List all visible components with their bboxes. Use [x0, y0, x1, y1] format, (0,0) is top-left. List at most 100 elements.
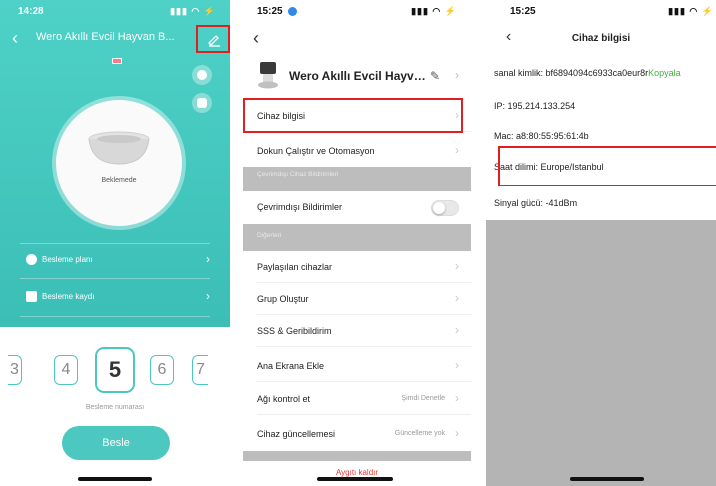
ip-value: 195.214.133.254: [507, 101, 576, 111]
home-indicator: [570, 477, 644, 481]
signal-value: -41dBm: [545, 198, 578, 208]
divider: [257, 381, 471, 382]
highlight-box: [498, 146, 716, 187]
check-network-label: Ağı kontrol et: [257, 394, 311, 404]
device-settings-screen: 15:25 ▮▮▮ ◠ ⚡ ‹ Wero Akıllı Evcil Hayvan…: [243, 0, 471, 486]
chevron-right-icon: ›: [455, 391, 459, 405]
divider: [20, 316, 210, 317]
chevron-right-icon: ›: [455, 358, 459, 372]
device-update-value: Güncelleme yok: [394, 430, 445, 437]
battery-indicator-icon: [112, 58, 122, 64]
location-icon: [288, 7, 297, 16]
mac-value: a8:80:55:95:61:4b: [516, 131, 589, 141]
device-update-label: Cihaz güncellemesi: [257, 429, 336, 439]
feeding-log-label: Besleme kaydı: [42, 292, 95, 301]
feeder-header-area: 14:28 ▮▮▮ ◠ ⚡ ‹ Wero Akıllı Evcil Hayvan…: [0, 0, 230, 327]
shared-devices-label: Paylaşılan cihazlar: [257, 262, 333, 272]
device-title: Wero Akıllı Evcil Hayvan B...: [36, 31, 175, 43]
chevron-right-icon: ›: [206, 289, 210, 303]
feeding-plan-row[interactable]: Besleme planı ›: [20, 252, 210, 268]
feeder-device-icon: [258, 62, 278, 89]
status-time: 15:25: [257, 6, 283, 17]
chevron-right-icon: ›: [455, 259, 459, 273]
divider: [257, 414, 471, 415]
device-info-screen: 15:25 ▮▮▮ ◠ ⚡ ‹ Cihaz bilgisi sanal kiml…: [486, 0, 716, 486]
divider: [257, 346, 471, 347]
offline-notification-toggle[interactable]: [431, 200, 459, 216]
status-bar: 15:25 ▮▮▮ ◠ ⚡: [243, 0, 471, 22]
virtual-id-row: sanal kimlik: bf6894094c6933ca0eur8rKopy…: [486, 56, 716, 90]
settings-gear-button[interactable]: [192, 65, 212, 85]
mac-label: Mac:: [494, 131, 514, 141]
section-header-offline: Çevrimdışı Cihaz Bildirimleri: [243, 167, 471, 191]
shared-devices-row[interactable]: Paylaşılan cihazlar ›: [243, 251, 471, 283]
create-group-label: Grup Oluştur: [257, 294, 309, 304]
tap-run-row[interactable]: Dokun Çalıştır ve Otomasyon ›: [243, 135, 471, 167]
signal-row: Sinyal gücü: -41dBm: [486, 186, 716, 220]
signal-label: Sinyal gücü:: [494, 198, 544, 208]
highlight-box: [243, 98, 463, 133]
tap-run-label: Dokun Çalıştır ve Otomasyon: [257, 146, 375, 156]
feeding-log-row[interactable]: Besleme kaydı ›: [20, 289, 210, 305]
feeding-number-label: Besleme numarası: [85, 404, 145, 411]
pencil-icon: [208, 35, 220, 47]
section-gap: [243, 451, 471, 461]
list-icon: [26, 291, 37, 302]
virtual-id-value: bf6894094c6933ca0eur8r: [545, 68, 649, 78]
video-camera-icon: [197, 98, 207, 108]
clock-icon: [26, 254, 37, 265]
status-time: 14:28: [18, 6, 44, 17]
divider: [20, 243, 210, 244]
add-to-home-row[interactable]: Ana Ekrana Ekle ›: [243, 350, 471, 382]
status-bar: 14:28 ▮▮▮ ◠ ⚡: [0, 0, 230, 22]
signal-wifi-battery-icon: ▮▮▮ ◠ ⚡: [170, 6, 216, 16]
feeding-plan-label: Besleme planı: [42, 255, 93, 264]
section-header-others: Diğerleri: [243, 224, 471, 251]
check-network-value: Şimdi Denetle: [401, 395, 445, 402]
ip-row: IP: 195.214.133.254: [486, 89, 716, 123]
feed-button[interactable]: Besle: [62, 426, 170, 460]
home-indicator: [317, 477, 393, 481]
chevron-right-icon: ›: [455, 426, 459, 440]
gear-icon: [197, 70, 207, 80]
create-group-row[interactable]: Grup Oluştur ›: [243, 283, 471, 315]
divider: [20, 278, 210, 279]
ip-label: IP:: [494, 101, 506, 111]
food-bowl-icon: [88, 131, 150, 165]
status-time: 15:25: [510, 6, 536, 17]
faq-feedback-row[interactable]: SSS & Geribildirim ›: [243, 315, 471, 347]
camera-button[interactable]: [192, 93, 212, 113]
number-option[interactable]: 6: [150, 355, 174, 385]
bowl-status-text: Beklemede: [101, 177, 137, 184]
home-indicator: [78, 477, 152, 481]
back-icon[interactable]: ‹: [253, 28, 259, 49]
page-title: Cihaz bilgisi: [571, 33, 631, 44]
chevron-right-icon: ›: [206, 252, 210, 266]
number-option-selected[interactable]: 5: [95, 347, 135, 393]
chevron-right-icon: ›: [455, 143, 459, 157]
device-name[interactable]: Wero Akıllı Evcil Hayvan...: [289, 69, 429, 83]
remove-device-button[interactable]: Aygıtı kaldır: [243, 461, 471, 486]
feeder-home-screen: 14:28 ▮▮▮ ◠ ⚡ ‹ Wero Akıllı Evcil Hayvan…: [0, 0, 230, 486]
chevron-right-icon: ›: [455, 68, 459, 82]
copy-button[interactable]: Kopyala: [648, 68, 681, 78]
offline-notification-label: Çevrimdışı Bildirimler: [257, 202, 343, 212]
faq-feedback-label: SSS & Geribildirim: [257, 326, 332, 336]
add-to-home-label: Ana Ekrana Ekle: [257, 361, 325, 371]
edit-button[interactable]: [196, 25, 230, 53]
number-option[interactable]: 4: [54, 355, 78, 385]
signal-wifi-battery-icon: ▮▮▮ ◠ ⚡: [668, 6, 714, 16]
device-update-row[interactable]: Cihaz güncellemesi Güncelleme yok ›: [243, 418, 471, 450]
virtual-id-label: sanal kimlik:: [494, 68, 544, 78]
number-option[interactable]: 3: [8, 355, 22, 385]
pencil-icon[interactable]: ✎: [430, 69, 440, 83]
back-icon[interactable]: ‹: [12, 28, 18, 49]
check-network-row[interactable]: Ağı kontrol et Şimdi Denetle ›: [243, 383, 471, 415]
signal-wifi-battery-icon: ▮▮▮ ◠ ⚡: [411, 6, 457, 16]
number-option[interactable]: 7: [192, 355, 208, 385]
bowl-status-circle: Beklemede: [56, 100, 182, 226]
status-bar: 15:25 ▮▮▮ ◠ ⚡: [486, 0, 716, 22]
chevron-right-icon: ›: [455, 291, 459, 305]
offline-notification-row: Çevrimdışı Bildirimler: [243, 191, 471, 223]
empty-area: [486, 220, 716, 486]
